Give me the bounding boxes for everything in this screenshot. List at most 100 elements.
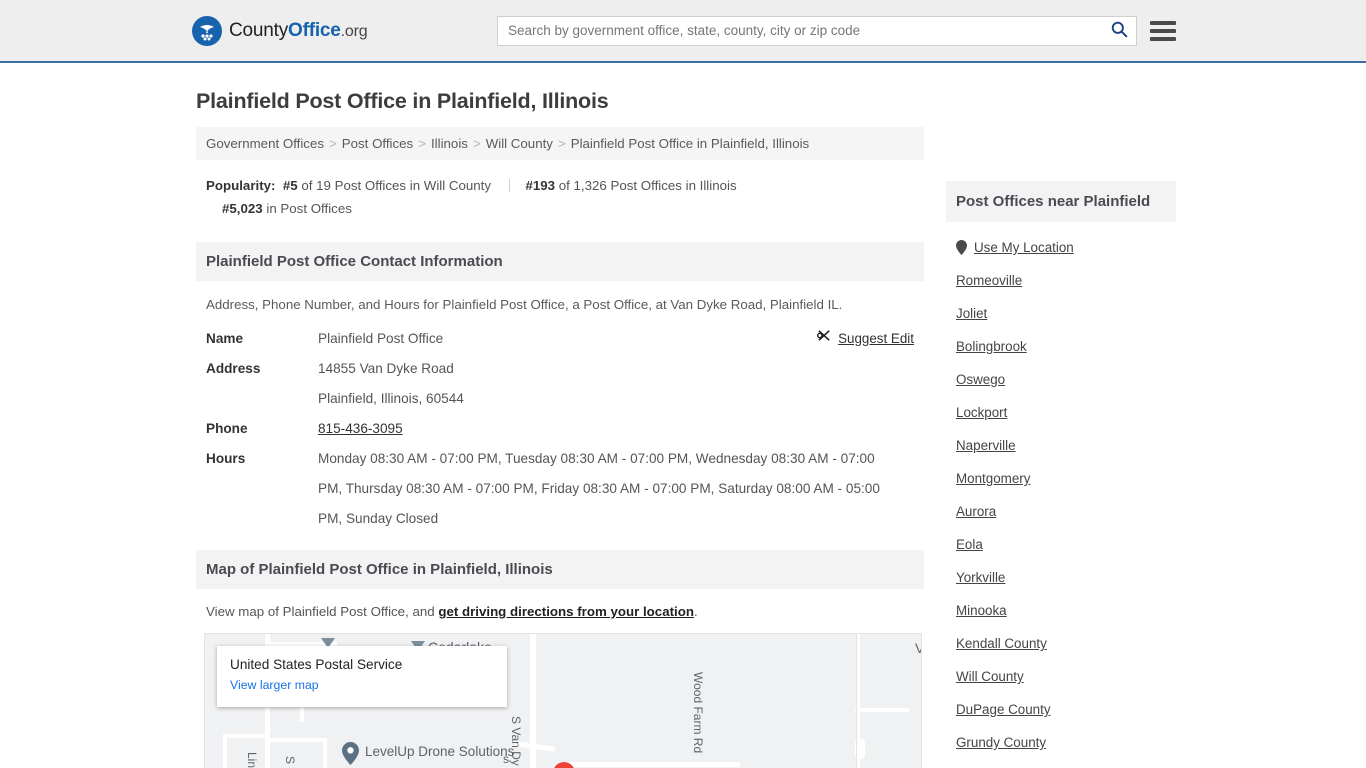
sidebar-link[interactable]: Bolingbrook xyxy=(956,339,1027,354)
info-value-address: 14855 Van Dyke Road Plainfield, Illinois… xyxy=(318,354,464,414)
sidebar-item-oswego[interactable]: Oswego xyxy=(956,362,1166,395)
map-intro-text: View map of Plainfield Post Office, and … xyxy=(196,589,924,633)
info-label-name: Name xyxy=(206,331,244,346)
map-label-levelup: LevelUp Drone Solutions xyxy=(365,744,515,759)
map-road-thin xyxy=(856,634,857,768)
suggest-edit-label: Suggest Edit xyxy=(838,331,914,346)
breadcrumb-separator: > xyxy=(557,136,566,151)
map-infobox-title: United States Postal Service xyxy=(230,657,403,672)
use-my-location-link[interactable]: Use My Location xyxy=(974,240,1074,255)
map-poi-pin-icon xyxy=(342,742,359,765)
map-road xyxy=(560,762,740,767)
sidebar-item-naperville[interactable]: Naperville xyxy=(956,428,1166,461)
phone-link[interactable]: 815-436-3095 xyxy=(318,421,403,436)
address-line-2: Plainfield, Illinois, 60544 xyxy=(318,391,464,406)
map-road xyxy=(223,734,269,738)
sidebar-item-lockport[interactable]: Lockport xyxy=(956,395,1166,428)
logo-tld: .org xyxy=(340,22,368,40)
search-input[interactable] xyxy=(498,16,1102,45)
info-row-name: Name Plainfield Post Office Suggest Edit xyxy=(206,324,914,354)
view-larger-map-link[interactable]: View larger map xyxy=(230,678,319,692)
breadcrumb-item-government-offices[interactable]: Government Offices xyxy=(206,136,324,151)
sidebar-item-kendall-county[interactable]: Kendall County xyxy=(956,626,1166,659)
sidebar-link[interactable]: Eola xyxy=(956,537,983,552)
map-road xyxy=(323,738,327,768)
map-intro-suffix: . xyxy=(693,604,698,619)
sidebar-item-joliet[interactable]: Joliet xyxy=(956,296,1166,329)
sidebar-item-montgomery[interactable]: Montgomery xyxy=(956,461,1166,494)
location-pin-icon xyxy=(956,240,967,255)
info-label-hours: Hours xyxy=(206,451,246,466)
popularity-rank-national: #5,023 xyxy=(222,201,263,216)
site-header: CountyOffice.org xyxy=(0,0,1366,63)
search-button[interactable] xyxy=(1102,17,1136,45)
sidebar-link[interactable]: Yorkville xyxy=(956,570,1005,585)
sidebar-link[interactable]: Kendall County xyxy=(956,636,1047,651)
sidebar-link[interactable]: Romeoville xyxy=(956,273,1022,288)
sidebar-link[interactable]: Minooka xyxy=(956,603,1007,618)
sidebar-link[interactable]: Joliet xyxy=(956,306,987,321)
popularity-rank-county: #5 xyxy=(282,178,298,193)
popularity-rank-state: #193 xyxy=(525,178,556,193)
info-label-phone: Phone xyxy=(206,421,248,436)
sidebar-item-yorkville[interactable]: Yorkville xyxy=(956,560,1166,593)
breadcrumb-item-post-offices[interactable]: Post Offices xyxy=(342,136,413,151)
sidebar-link[interactable]: Naperville xyxy=(956,438,1016,453)
sidebar-link[interactable]: Grundy County xyxy=(956,735,1046,750)
suggest-edit-button[interactable]: Suggest Edit xyxy=(817,324,914,354)
hamburger-bar xyxy=(1150,36,1176,41)
popularity-line-1: Popularity: #5 of 19 Post Offices in Wil… xyxy=(206,174,914,197)
driving-directions-link[interactable]: get driving directions from your locatio… xyxy=(438,604,694,619)
sidebar-item-romeoville[interactable]: Romeoville xyxy=(956,263,1166,296)
contact-info-table: Name Plainfield Post Office Suggest Edit… xyxy=(196,318,924,534)
map-label-s: s xyxy=(503,752,509,766)
popularity-label: Popularity: xyxy=(206,178,276,193)
sidebar-item-kane-county[interactable]: Kane County xyxy=(956,758,1166,768)
sidebar-item-aurora[interactable]: Aurora xyxy=(956,494,1166,527)
breadcrumb-item-illinois[interactable]: Illinois xyxy=(431,136,468,151)
info-row-hours: Hours Monday 08:30 AM - 07:00 PM, Tuesda… xyxy=(206,444,914,534)
sidebar-item-minooka[interactable]: Minooka xyxy=(956,593,1166,626)
map-road xyxy=(223,734,227,768)
logo-office: Office xyxy=(288,19,341,41)
map-label-s-van-dyke: S Van Dy xyxy=(509,716,523,766)
info-value-hours: Monday 08:30 AM - 07:00 PM, Tuesday 08:3… xyxy=(318,451,880,526)
sidebar-item-eola[interactable]: Eola xyxy=(956,527,1166,560)
map-label-v: V xyxy=(915,640,921,656)
sidebar-link[interactable]: Lockport xyxy=(956,405,1007,420)
breadcrumb-item-will-county[interactable]: Will County xyxy=(486,136,553,151)
map-embed[interactable]: Cedarlake LevelUp Drone Solutions S Van … xyxy=(204,633,922,768)
sidebar-item-bolingbrook[interactable]: Bolingbrook xyxy=(956,329,1166,362)
popularity-national-text: in Post Offices xyxy=(266,201,352,216)
map-section-heading: Map of Plainfield Post Office in Plainfi… xyxy=(196,550,924,589)
popularity-line-2: #5,023 in Post Offices xyxy=(206,197,914,220)
sidebar-link[interactable]: Aurora xyxy=(956,504,996,519)
sidebar-link[interactable]: DuPage County xyxy=(956,702,1051,717)
sidebar-link[interactable]: Oswego xyxy=(956,372,1005,387)
map-label-lincoln: Linc xyxy=(245,752,259,768)
map-road xyxy=(265,738,325,742)
hamburger-bar xyxy=(1150,20,1176,25)
search-bar[interactable] xyxy=(497,15,1137,46)
breadcrumb-separator: > xyxy=(329,136,337,151)
info-value-phone: 815-436-3095 xyxy=(318,414,403,444)
sidebar-item-dupage-county[interactable]: DuPage County xyxy=(956,692,1166,725)
sidebar-item-use-my-location[interactable]: Use My Location xyxy=(956,230,1166,263)
sidebar-item-grundy-county[interactable]: Grundy County xyxy=(956,725,1166,758)
sidebar-link[interactable]: Montgomery xyxy=(956,471,1030,486)
breadcrumb: Government Offices > Post Offices > Illinois… xyxy=(196,127,924,160)
map-label-wood-farm-rd: Wood Farm Rd xyxy=(691,672,705,754)
logo-county: County xyxy=(229,19,289,41)
map-infobox[interactable]: United States Postal Service View larger… xyxy=(217,646,507,707)
breadcrumb-separator: > xyxy=(472,136,481,151)
hamburger-menu-icon[interactable] xyxy=(1150,20,1176,41)
map-road xyxy=(855,708,910,712)
info-label-address: Address xyxy=(206,361,261,376)
contact-section-description: Address, Phone Number, and Hours for Pla… xyxy=(206,297,843,312)
search-icon xyxy=(1111,21,1128,41)
sidebar-link[interactable]: Will County xyxy=(956,669,1024,684)
sidebar-item-will-county[interactable]: Will County xyxy=(956,659,1166,692)
site-logo[interactable]: CountyOffice.org xyxy=(192,15,368,46)
map-label-s-street: S N xyxy=(283,756,297,768)
hamburger-bar xyxy=(1150,28,1176,33)
